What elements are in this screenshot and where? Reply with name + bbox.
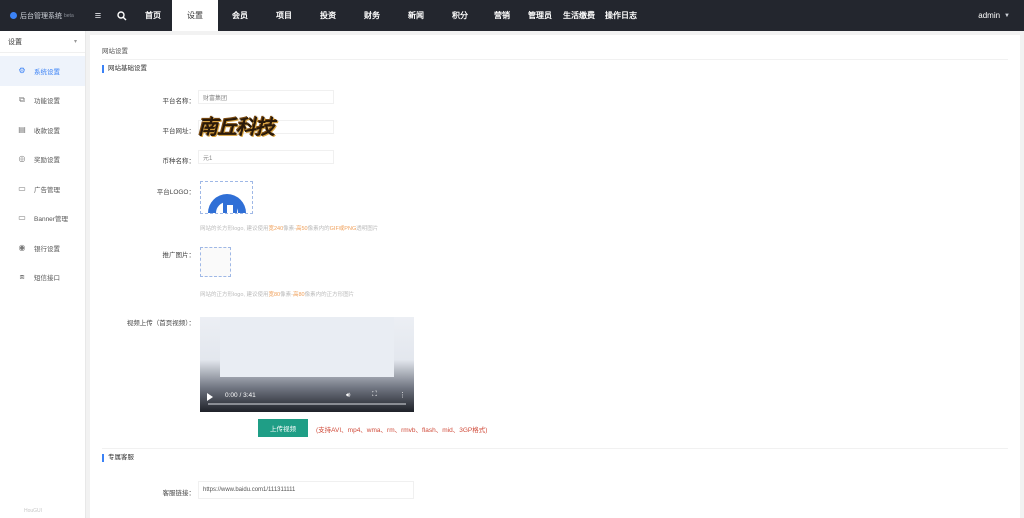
puzzle-icon: ⧉ (19, 95, 25, 105)
app-title: 后台管理系统 (20, 12, 62, 20)
sidebar-item-label: 短信接口 (34, 275, 60, 283)
main-content: 网站设置 网站基础设置 平台名称： 财富集团 平台网址： 南丘科技 币种名称： … (90, 35, 1020, 518)
nav-settings[interactable]: 设置 (172, 0, 218, 31)
breadcrumb: 网站设置 (102, 48, 128, 55)
sidebar-item-system-settings[interactable]: ⚙ 系统设置 (0, 56, 85, 86)
app-version: beta (64, 12, 74, 19)
logo-preview-icon (207, 194, 246, 213)
nav-utilities[interactable]: 生活缴费 (558, 0, 600, 31)
currency-name-label: 币种名称： (162, 158, 196, 165)
video-player[interactable]: 0:00 / 3:41 🔊︎ ⛶ ⋮ (200, 317, 414, 412)
sidebar-item-bank-settings[interactable]: ◉ 银行设置 (0, 233, 85, 263)
more-options-icon[interactable]: ⋮ (399, 391, 406, 399)
brand[interactable]: 后台管理系统 beta (0, 0, 86, 31)
sidebar-item-label: 奖励设置 (34, 157, 60, 165)
platform-logo-label: 平台LOGO： (156, 189, 195, 196)
menu-toggle-icon[interactable]: ≡ (86, 0, 110, 31)
bank-icon: ◉ (18, 242, 26, 252)
service-link-input[interactable]: https://www.baidu.com1/111311111 (198, 481, 414, 499)
logo-hint: 网站的长方形logo, 建议使用宽240像素-高50像素内的GIF或PNG透明图… (200, 226, 379, 232)
service-link-label: 客服链接： (162, 490, 196, 497)
sidebar-item-sms-api[interactable]: ⧈ 短信接口 (0, 263, 85, 293)
video-frame (220, 317, 394, 377)
chat-icon: ▭ (18, 213, 26, 223)
sidebar-item-label: Banner管理 (34, 216, 68, 224)
logo-upload[interactable] (200, 181, 253, 214)
sidebar-header[interactable]: 设置 ▾ (0, 31, 85, 53)
promo-image-upload[interactable] (200, 247, 231, 277)
nav-news[interactable]: 新闻 (394, 0, 438, 31)
message-icon: ▭ (18, 183, 26, 193)
sidebar-item-feature-settings[interactable]: ⧉ 功能设置 (0, 86, 85, 116)
nav-admins[interactable]: 管理员 (522, 0, 558, 31)
nav-investment[interactable]: 投资 (306, 0, 350, 31)
user-menu[interactable]: admin ▼ (978, 0, 1010, 31)
chevron-down-icon: ▼ (1004, 12, 1010, 19)
platform-name-input[interactable]: 财富集团 (198, 90, 334, 104)
video-upload-label: 视频上传（首页视频）： (126, 320, 195, 327)
promo-hint: 网站的正方形logo, 建议使用宽80像素-高80像素内的正方形图片 (200, 292, 355, 298)
nav-home[interactable]: 首页 (134, 0, 172, 31)
upload-format-note: (支持AVI、mp4、wma、rm、rmvb、flash、mid、3GP格式) (316, 427, 488, 434)
sidebar-item-ad-management[interactable]: ▭ 广告管理 (0, 174, 85, 204)
nav-members[interactable]: 会员 (218, 0, 262, 31)
fullscreen-icon[interactable]: ⛶ (372, 391, 377, 399)
nav-operation-log[interactable]: 操作日志 (600, 0, 642, 31)
platform-url-label: 平台网址： (162, 128, 196, 135)
platform-name-label: 平台名称： (162, 98, 196, 105)
receipt-icon: ▤ (18, 124, 26, 134)
gear-icon: ⚙ (18, 65, 26, 75)
sms-icon: ⧈ (19, 272, 25, 282)
sidebar-item-label: 系统设置 (34, 68, 60, 76)
video-time: 0:00 / 3:41 (225, 392, 256, 399)
video-progress-bar[interactable] (208, 403, 406, 405)
volume-icon[interactable]: 🔊︎ (346, 392, 350, 400)
watermark-logo: 南丘科技 (198, 114, 275, 139)
sidebar-item-label: 银行设置 (34, 245, 60, 253)
nav-points[interactable]: 积分 (438, 0, 482, 31)
search-icon[interactable] (110, 0, 134, 31)
section-basic-title: 网站基础设置 (102, 65, 147, 73)
promo-image-label: 推广图片： (162, 252, 196, 259)
sidebar-item-label: 功能设置 (34, 98, 60, 106)
brand-logo-icon (10, 12, 17, 19)
sidebar: 设置 ▾ ⚙ 系统设置 ⧉ 功能设置 ▤ 收款设置 ◎ 奖励设置 ▭ 广告管理 … (0, 31, 86, 518)
nav-finance[interactable]: 财务 (350, 0, 394, 31)
video-controls: 0:00 / 3:41 🔊︎ ⛶ ⋮ (200, 384, 414, 412)
sidebar-footer: HouGUI (24, 508, 43, 514)
nav-projects[interactable]: 项目 (262, 0, 306, 31)
currency-name-input[interactable]: 元1 (198, 150, 334, 164)
divider (102, 59, 1008, 60)
main-nav: 首页 设置 会员 项目 投资 财务 新闻 积分 营销 管理员 生活缴费 操作日志 (134, 0, 642, 31)
nav-marketing[interactable]: 营销 (482, 0, 522, 31)
sidebar-item-label: 广告管理 (34, 186, 60, 194)
divider (102, 448, 1008, 449)
sidebar-item-banner-management[interactable]: ▭ Banner管理 (0, 204, 85, 234)
sidebar-title: 设置 (8, 38, 22, 46)
sidebar-item-reward-settings[interactable]: ◎ 奖励设置 (0, 145, 85, 175)
target-icon: ◎ (18, 154, 26, 164)
top-bar: 后台管理系统 beta ≡ 首页 设置 会员 项目 投资 财务 新闻 积分 营销… (0, 0, 1024, 31)
section-service-title: 专属客服 (102, 454, 134, 462)
sidebar-item-payment-settings[interactable]: ▤ 收款设置 (0, 115, 85, 145)
upload-video-button[interactable]: 上传视频 (258, 419, 308, 437)
sidebar-item-label: 收款设置 (34, 127, 60, 135)
play-icon[interactable] (207, 393, 213, 401)
chevron-down-icon: ▾ (73, 39, 77, 45)
username: admin (978, 11, 1001, 20)
